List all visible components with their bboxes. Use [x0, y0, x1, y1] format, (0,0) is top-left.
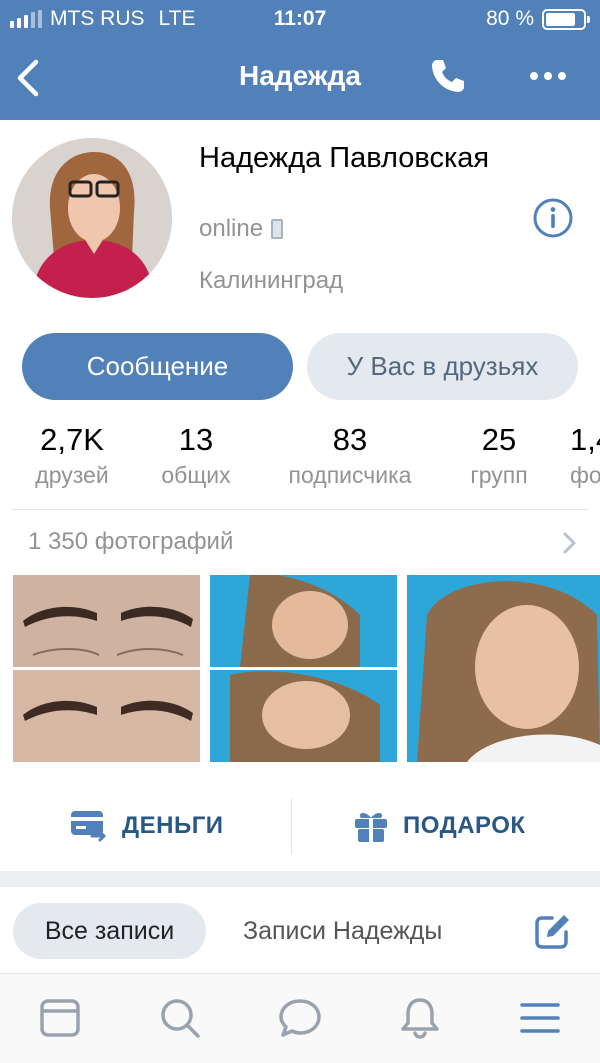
counter-photos[interactable]: 1,4 фо: [570, 420, 600, 490]
profile-counters: 2,7K друзей 13 общих 83 подписчика 25 гр…: [0, 420, 600, 498]
counter-value: 2,7K: [40, 422, 104, 457]
status-bar: MTS RUS LTE 11:07 80 %: [0, 0, 600, 36]
messages-icon[interactable]: [278, 996, 322, 1040]
wall-tabs: Все записи Записи Надежды: [0, 887, 600, 973]
chevron-right-icon[interactable]: [560, 530, 580, 556]
profile-actions: ДЕНЬГИ ПОДАРОК: [0, 790, 600, 862]
tab-all-posts[interactable]: Все записи: [13, 903, 206, 959]
photo-eyebrows: [13, 575, 200, 762]
gift-label: ПОДАРОК: [403, 812, 526, 839]
counter-value: 1,4: [570, 422, 600, 457]
counter-label: подписчика: [288, 462, 412, 488]
info-icon[interactable]: [532, 197, 574, 239]
money-label: ДЕНЬГИ: [122, 812, 224, 839]
compose-icon[interactable]: [534, 912, 572, 950]
actions-separator: [291, 798, 292, 854]
photos-header[interactable]: 1 350 фотографий: [28, 528, 233, 556]
avatar[interactable]: [12, 138, 172, 298]
counter-followers[interactable]: 83 подписчика: [268, 420, 432, 490]
photo-thumbnail[interactable]: [407, 575, 600, 762]
section-gap: [0, 871, 600, 887]
counter-groups[interactable]: 25 групп: [452, 420, 546, 490]
more-dots-icon[interactable]: [526, 64, 570, 88]
counter-label: общих: [161, 462, 231, 488]
money-button[interactable]: ДЕНЬГИ: [70, 790, 224, 862]
money-transfer-icon: [71, 811, 106, 842]
notifications-icon[interactable]: [398, 996, 442, 1040]
battery-percent: 80 %: [486, 7, 534, 30]
counter-value: 13: [178, 422, 214, 457]
online-status: online: [199, 215, 284, 243]
phone-icon[interactable]: [428, 56, 468, 96]
search-icon[interactable]: [158, 996, 202, 1040]
gift-icon: [355, 813, 387, 843]
battery-fill: [546, 12, 575, 26]
profile-name: Надежда Павловская: [199, 142, 490, 174]
counter-friends[interactable]: 2,7K друзей: [22, 420, 122, 490]
photo-portrait: [407, 575, 600, 762]
friends-status-button[interactable]: У Вас в друзьях: [307, 333, 578, 400]
gift-button[interactable]: ПОДАРОК: [353, 790, 526, 862]
message-button[interactable]: Сообщение: [22, 333, 293, 400]
profile-city: Калининград: [199, 267, 344, 294]
photo-thumbnail[interactable]: [210, 575, 397, 762]
bottom-tab-bar: [0, 973, 600, 1063]
counter-label: групп: [470, 462, 528, 488]
avatar-image: [12, 138, 172, 298]
counter-value: 83: [332, 422, 368, 457]
counter-mutual[interactable]: 13 общих: [146, 420, 246, 490]
divider: [12, 509, 588, 510]
photo-thumbnail[interactable]: [13, 575, 200, 762]
tab-owner-posts[interactable]: Записи Надежды: [243, 903, 442, 959]
counter-label: фо: [570, 462, 600, 488]
online-text: online: [199, 215, 264, 242]
page-title: Надежда: [239, 60, 361, 91]
menu-icon[interactable]: [518, 996, 562, 1040]
battery-icon: [542, 8, 590, 30]
counter-value: 25: [481, 422, 517, 457]
status-right: 80 %: [486, 7, 590, 31]
photo-portrait-collage: [210, 575, 397, 762]
counter-label: друзей: [35, 462, 109, 488]
top-bar: MTS RUS LTE 11:07 80 % Надежда: [0, 0, 600, 120]
mobile-device-icon: [271, 219, 284, 239]
news-icon[interactable]: [38, 996, 82, 1040]
